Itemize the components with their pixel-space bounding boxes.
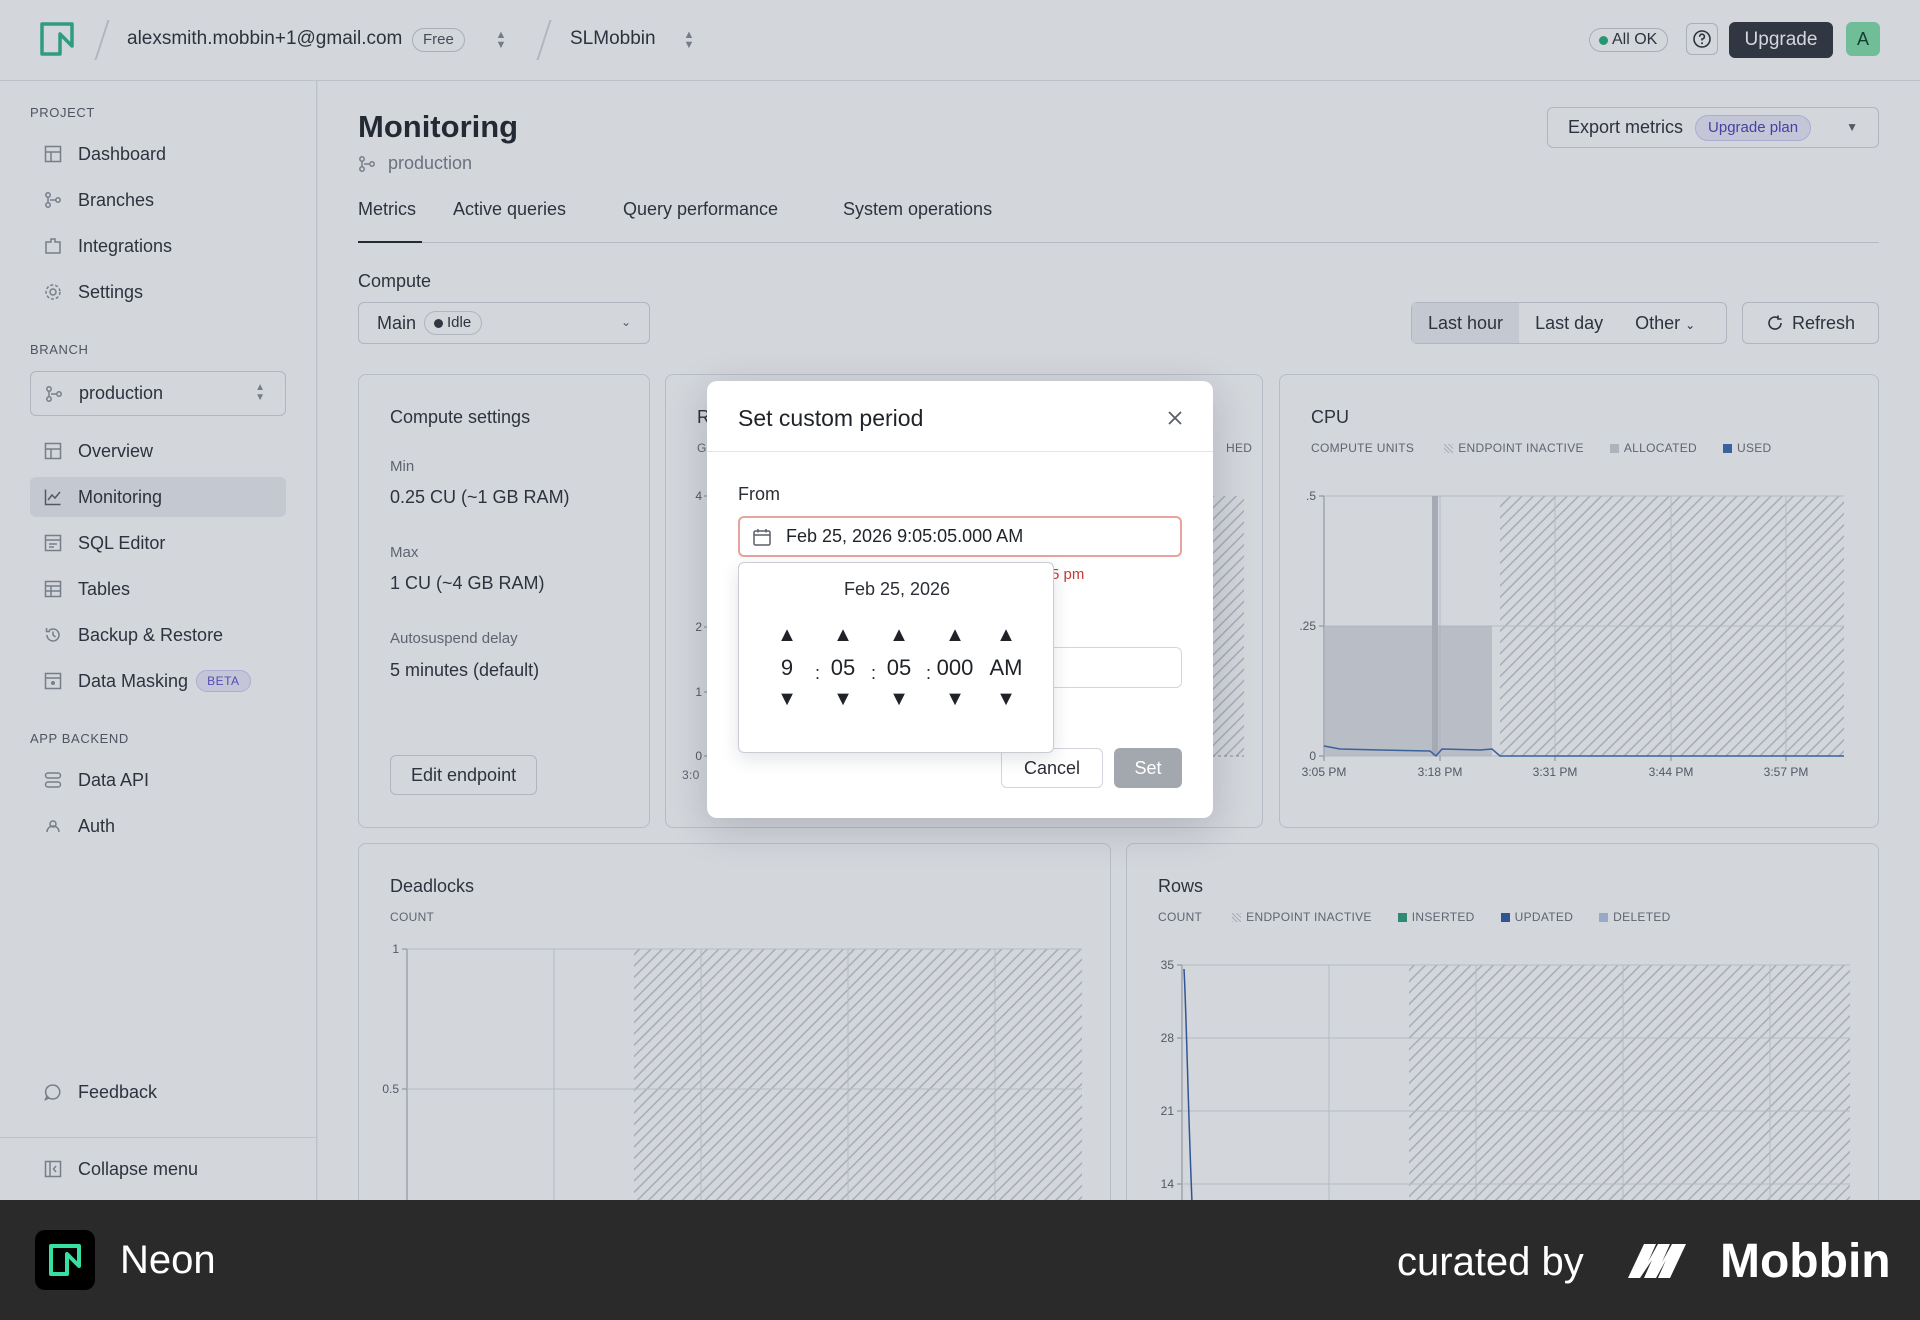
hour-spinner: ▲ 9 ▼ <box>762 625 812 709</box>
hour-up-button[interactable]: ▲ <box>762 625 812 645</box>
divider <box>707 451 1213 452</box>
neon-logo-icon <box>35 1230 95 1290</box>
dialog-title: Set custom period <box>738 405 924 431</box>
millisecond-value[interactable]: 000 <box>930 653 980 683</box>
second-spinner: ▲ 05 ▼ <box>874 625 924 709</box>
cancel-button[interactable]: Cancel <box>1001 748 1103 788</box>
millisecond-down-button[interactable]: ▼ <box>930 689 980 709</box>
close-button[interactable] <box>1162 405 1188 431</box>
mobbin-wordmark: Mobbin <box>1720 1235 1891 1288</box>
curated-by-text: curated by <box>1397 1240 1584 1284</box>
close-icon <box>1168 411 1182 425</box>
calendar-icon <box>753 528 771 546</box>
from-date-input[interactable]: Feb 25, 2026 9:05:05.000 AM <box>738 516 1182 557</box>
second-value[interactable]: 05 <box>874 653 924 683</box>
neon-mark <box>49 1244 81 1276</box>
second-down-button[interactable]: ▼ <box>874 689 924 709</box>
hour-value[interactable]: 9 <box>762 653 812 683</box>
ampm-value[interactable]: AM <box>981 653 1031 683</box>
set-button[interactable]: Set <box>1114 748 1182 788</box>
footer-brand: Neon <box>120 1238 216 1282</box>
ampm-up-button[interactable]: ▲ <box>981 625 1031 645</box>
millisecond-spinner: ▲ 000 ▼ <box>930 625 980 709</box>
from-label: From <box>738 484 780 504</box>
app-window: alexsmith.mobbin+1@gmail.com Free ▲ ▼ SLM… <box>0 0 1920 1200</box>
hour-down-button[interactable]: ▼ <box>762 689 812 709</box>
from-date-value: Feb 25, 2026 9:05:05.000 AM <box>786 526 1024 546</box>
mobbin-logo-icon <box>1628 1244 1686 1278</box>
millisecond-up-button[interactable]: ▲ <box>930 625 980 645</box>
custom-period-dialog: Set custom period From Feb 25, 2026 9:05… <box>707 381 1213 818</box>
minute-value[interactable]: 05 <box>818 653 868 683</box>
ampm-down-button[interactable]: ▼ <box>981 689 1031 709</box>
footer-banner: Neon curated by Mobbin <box>0 1200 1920 1320</box>
ampm-spinner: ▲ AM ▼ <box>981 625 1031 709</box>
picker-date: Feb 25, 2026 <box>843 579 951 599</box>
error-message: 5 pm <box>1051 566 1085 583</box>
minute-down-button[interactable]: ▼ <box>818 689 868 709</box>
to-date-input[interactable] <box>1051 647 1182 688</box>
minute-spinner: ▲ 05 ▼ <box>818 625 868 709</box>
minute-up-button[interactable]: ▲ <box>818 625 868 645</box>
time-picker: Feb 25, 2026 ▲ 9 ▼ : ▲ 05 ▼ : ▲ 05 ▼ : ▲… <box>738 562 1054 753</box>
second-up-button[interactable]: ▲ <box>874 625 924 645</box>
